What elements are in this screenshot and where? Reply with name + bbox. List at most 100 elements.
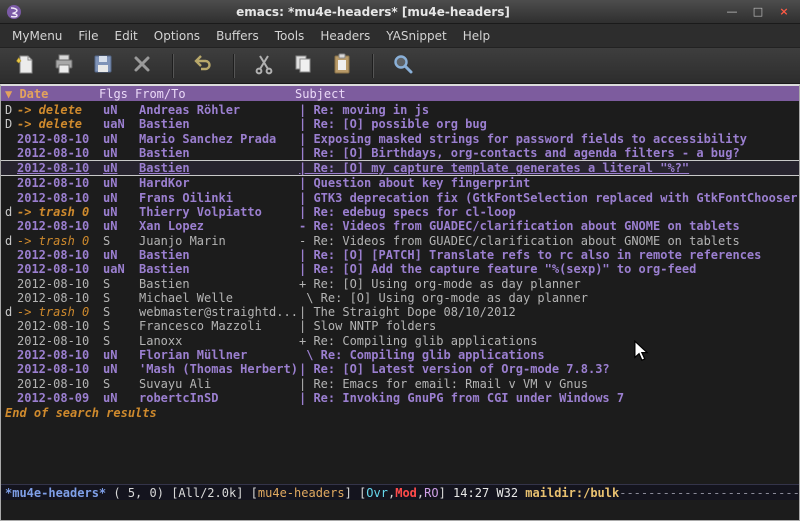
message-flags: uaN bbox=[103, 262, 139, 276]
message-flags: S bbox=[103, 291, 139, 305]
mode-line-segment: ] bbox=[439, 486, 453, 500]
search-icon bbox=[392, 53, 414, 79]
titlebar: emacs: *mu4e-headers* [mu4e-headers] — □… bbox=[0, 0, 800, 24]
close-buffer-button[interactable] bbox=[129, 53, 155, 79]
sort-column-date[interactable]: ▼ Date bbox=[5, 87, 99, 101]
message-row[interactable]: 2012-08-10 uN Frans Oilinki | GTK3 depre… bbox=[1, 191, 799, 205]
echo-area[interactable] bbox=[1, 500, 799, 520]
message-row[interactable]: 2012-08-10 uN Florian Müllner \ Re: Comp… bbox=[1, 348, 799, 362]
message-flags: S bbox=[103, 234, 139, 248]
paste-icon bbox=[331, 53, 353, 79]
message-subject: - Re: Videos from GUADEC/clarification a… bbox=[299, 219, 799, 233]
message-row[interactable]: 2012-08-09 uN robertcInSD | Re: Invoking… bbox=[1, 391, 799, 405]
message-flags: uN bbox=[103, 161, 139, 175]
copy-button[interactable] bbox=[290, 53, 316, 79]
message-subject: \ Re: [O] Using org-mode as day planner bbox=[299, 291, 799, 305]
message-subject: | The Straight Dope 08/10/2012 bbox=[299, 305, 799, 319]
message-row[interactable]: 2012-08-10 S Bastien + Re: [O] Using org… bbox=[1, 277, 799, 291]
message-row[interactable]: 2012-08-10 S Suvayu Ali | Re: Emacs for … bbox=[1, 377, 799, 391]
save-button[interactable] bbox=[90, 53, 116, 79]
message-row[interactable]: 2012-08-10 uaN Bastien | Re: [O] Add the… bbox=[1, 262, 799, 276]
message-date: 2012-08-10 bbox=[17, 348, 103, 362]
minimize-button[interactable]: — bbox=[722, 4, 742, 20]
message-row[interactable]: 2012-08-10 uN Xan Lopez - Re: Videos fro… bbox=[1, 219, 799, 233]
message-row[interactable]: 2012-08-10 uN Mario Sanchez Prada | Expo… bbox=[1, 132, 799, 146]
menu-item[interactable]: File bbox=[70, 26, 106, 46]
message-date: 2012-08-10 bbox=[17, 377, 103, 391]
message-row[interactable]: d -> trash 0 S webmaster@straightd... | … bbox=[1, 305, 799, 319]
message-from: 'Mash (Thomas Herbert) bbox=[139, 362, 299, 376]
message-row[interactable]: D -> delete uaN Bastien | Re: [O] possib… bbox=[1, 117, 799, 131]
menu-item[interactable]: MyMenu bbox=[4, 26, 70, 46]
undo-icon bbox=[192, 53, 214, 79]
message-subject: - Re: Videos from GUADEC/clarification a… bbox=[299, 234, 799, 248]
menu-item[interactable]: Buffers bbox=[208, 26, 267, 46]
maximize-button[interactable]: □ bbox=[748, 4, 768, 20]
mu4e-headers-buffer: ▼ Date Flgs From/To Subject D -> delete … bbox=[0, 84, 800, 521]
message-mark: d bbox=[5, 234, 17, 248]
message-row[interactable]: 2012-08-10 uN Bastien | Re: [O] my captu… bbox=[1, 160, 799, 176]
message-flags: S bbox=[103, 377, 139, 391]
message-row[interactable]: 2012-08-10 S Francesco Mazzoli | Slow NN… bbox=[1, 319, 799, 333]
message-from: Michael Welle bbox=[139, 291, 299, 305]
message-date: 2012-08-10 bbox=[17, 248, 103, 262]
close-buffer-icon bbox=[131, 53, 153, 79]
paste-button[interactable] bbox=[329, 53, 355, 79]
toolbar-separator bbox=[372, 54, 373, 78]
message-subject: + Re: [O] Using org-mode as day planner bbox=[299, 277, 799, 291]
print-button[interactable] bbox=[51, 53, 77, 79]
toolbar bbox=[0, 48, 800, 84]
column-from[interactable]: From/To bbox=[135, 87, 295, 101]
new-file-button[interactable] bbox=[12, 53, 38, 79]
undo-button[interactable] bbox=[190, 53, 216, 79]
menu-item[interactable]: Edit bbox=[107, 26, 146, 46]
message-row[interactable]: d -> trash 0 S Juanjo Marin - Re: Videos… bbox=[1, 234, 799, 248]
mode-line-segment: ] [ bbox=[345, 486, 367, 500]
menu-item[interactable]: Tools bbox=[267, 26, 313, 46]
menu-item[interactable]: YASnippet bbox=[378, 26, 455, 46]
message-flags: uN bbox=[103, 391, 139, 405]
mode-line-segment: [ bbox=[251, 486, 258, 500]
message-from: Bastien bbox=[139, 146, 299, 160]
message-flags: S bbox=[103, 305, 139, 319]
message-from: Mario Sanchez Prada bbox=[139, 132, 299, 146]
save-icon bbox=[92, 53, 114, 79]
mode-line-segment: , bbox=[417, 486, 424, 500]
menu-item[interactable]: Headers bbox=[312, 26, 378, 46]
message-row[interactable]: D -> delete uN Andreas Röhler | Re: movi… bbox=[1, 103, 799, 117]
message-from: Thierry Volpiatto bbox=[139, 205, 299, 219]
message-list: D -> delete uN Andreas Röhler | Re: movi… bbox=[1, 101, 799, 484]
mode-line-segment: [All/2.0k] bbox=[171, 486, 250, 500]
menu-item[interactable]: Help bbox=[455, 26, 498, 46]
message-row[interactable]: d -> trash 0 uN Thierry Volpiatto | Re: … bbox=[1, 205, 799, 219]
column-flags[interactable]: Flgs bbox=[99, 87, 135, 101]
message-subject: | Exposing masked strings for password f… bbox=[299, 132, 799, 146]
message-subject: | Slow NNTP folders bbox=[299, 319, 799, 333]
headers-column-header: ▼ Date Flgs From/To Subject bbox=[1, 86, 799, 101]
cut-button[interactable] bbox=[251, 53, 277, 79]
message-date: 2012-08-10 bbox=[17, 277, 103, 291]
message-subject: | Re: [O] Latest version of Org-mode 7.8… bbox=[299, 362, 799, 376]
message-flags: uN bbox=[103, 103, 139, 117]
message-row[interactable]: 2012-08-10 S Michael Welle \ Re: [O] Usi… bbox=[1, 291, 799, 305]
menu-item[interactable]: Options bbox=[146, 26, 208, 46]
message-row[interactable]: 2012-08-10 S Lanoxx + Re: Compiling glib… bbox=[1, 334, 799, 348]
message-row[interactable]: 2012-08-10 uN HardKor | Question about k… bbox=[1, 176, 799, 190]
message-row[interactable]: 2012-08-10 uN Bastien | Re: [O] [PATCH] … bbox=[1, 248, 799, 262]
message-row[interactable]: 2012-08-10 uN Bastien | Re: [O] Birthday… bbox=[1, 146, 799, 160]
end-of-results-marker: End of search results bbox=[1, 406, 799, 420]
mode-line-segment: , bbox=[388, 486, 395, 500]
message-from: Bastien bbox=[139, 117, 299, 131]
message-subject: + Re: Compiling glib applications bbox=[299, 334, 799, 348]
search-button[interactable] bbox=[390, 53, 416, 79]
message-mark: D bbox=[5, 103, 17, 117]
message-subject: | Question about key fingerprint bbox=[299, 176, 799, 190]
mode-line-segment: *mu4e-headers* bbox=[5, 486, 106, 500]
message-from: webmaster@straightd... bbox=[139, 305, 299, 319]
message-from: Lanoxx bbox=[139, 334, 299, 348]
mode-line-segment: ( 5, 0) bbox=[106, 486, 171, 500]
close-button[interactable]: × bbox=[774, 4, 794, 20]
message-date: 2012-08-10 bbox=[17, 176, 103, 190]
column-subject[interactable]: Subject bbox=[295, 87, 799, 101]
message-row[interactable]: 2012-08-10 uN 'Mash (Thomas Herbert) | R… bbox=[1, 362, 799, 376]
